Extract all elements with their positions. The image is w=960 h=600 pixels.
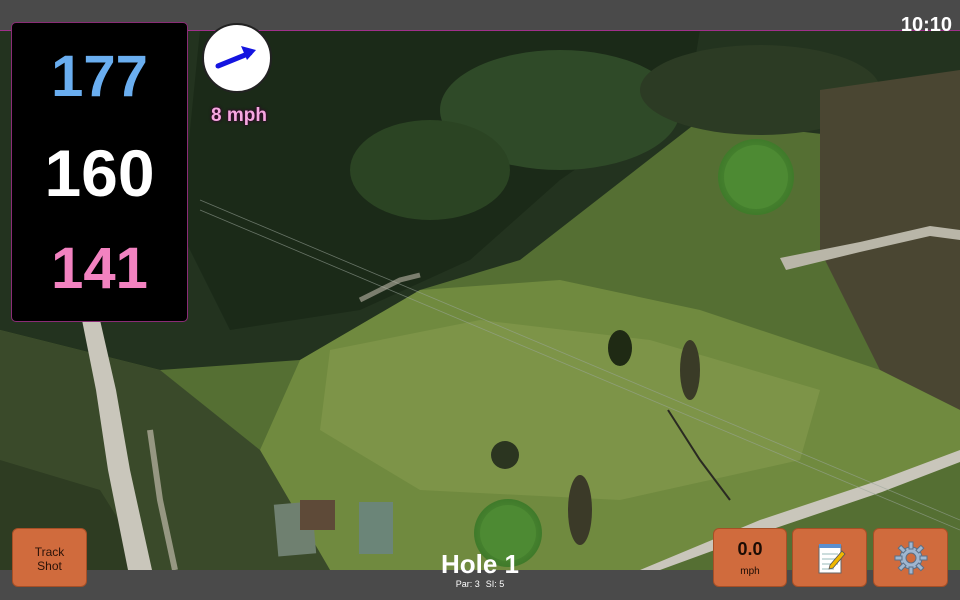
- track-shot-button[interactable]: Track Shot: [12, 528, 87, 587]
- distance-panel: 177 160 141: [11, 22, 188, 322]
- speed-value: 0.0: [737, 539, 763, 559]
- hole-details: Par: 3 SI: 5: [380, 579, 580, 589]
- settings-button[interactable]: [873, 528, 948, 587]
- clock: 10:10: [900, 14, 952, 36]
- hole-par: Par: 3: [455, 579, 480, 589]
- distance-front-of-green: 141: [51, 236, 148, 301]
- wind-speed-label: 8 mph: [211, 105, 267, 126]
- hole-info: Hole 1 Par: 3 SI: 5: [380, 549, 580, 589]
- track-shot-label: Track Shot: [13, 545, 86, 573]
- wind-direction-dial: [202, 23, 272, 93]
- speed-unit: mph: [740, 566, 760, 577]
- gear-icon: [894, 541, 928, 575]
- hole-title: Hole 1: [440, 549, 520, 579]
- hole-stroke-index: SI: 5: [485, 579, 505, 589]
- wind-arrow-icon: [215, 46, 256, 69]
- notepad-icon: [818, 544, 846, 574]
- speed-button[interactable]: 0.0 mph: [713, 528, 787, 587]
- distance-back-of-green: 177: [51, 44, 148, 109]
- scorecard-notes-button[interactable]: [792, 528, 867, 587]
- track-shot-label-line2: Shot: [37, 559, 62, 573]
- distance-middle-of-green: 160: [44, 136, 155, 210]
- track-shot-label-line1: Track: [34, 545, 65, 559]
